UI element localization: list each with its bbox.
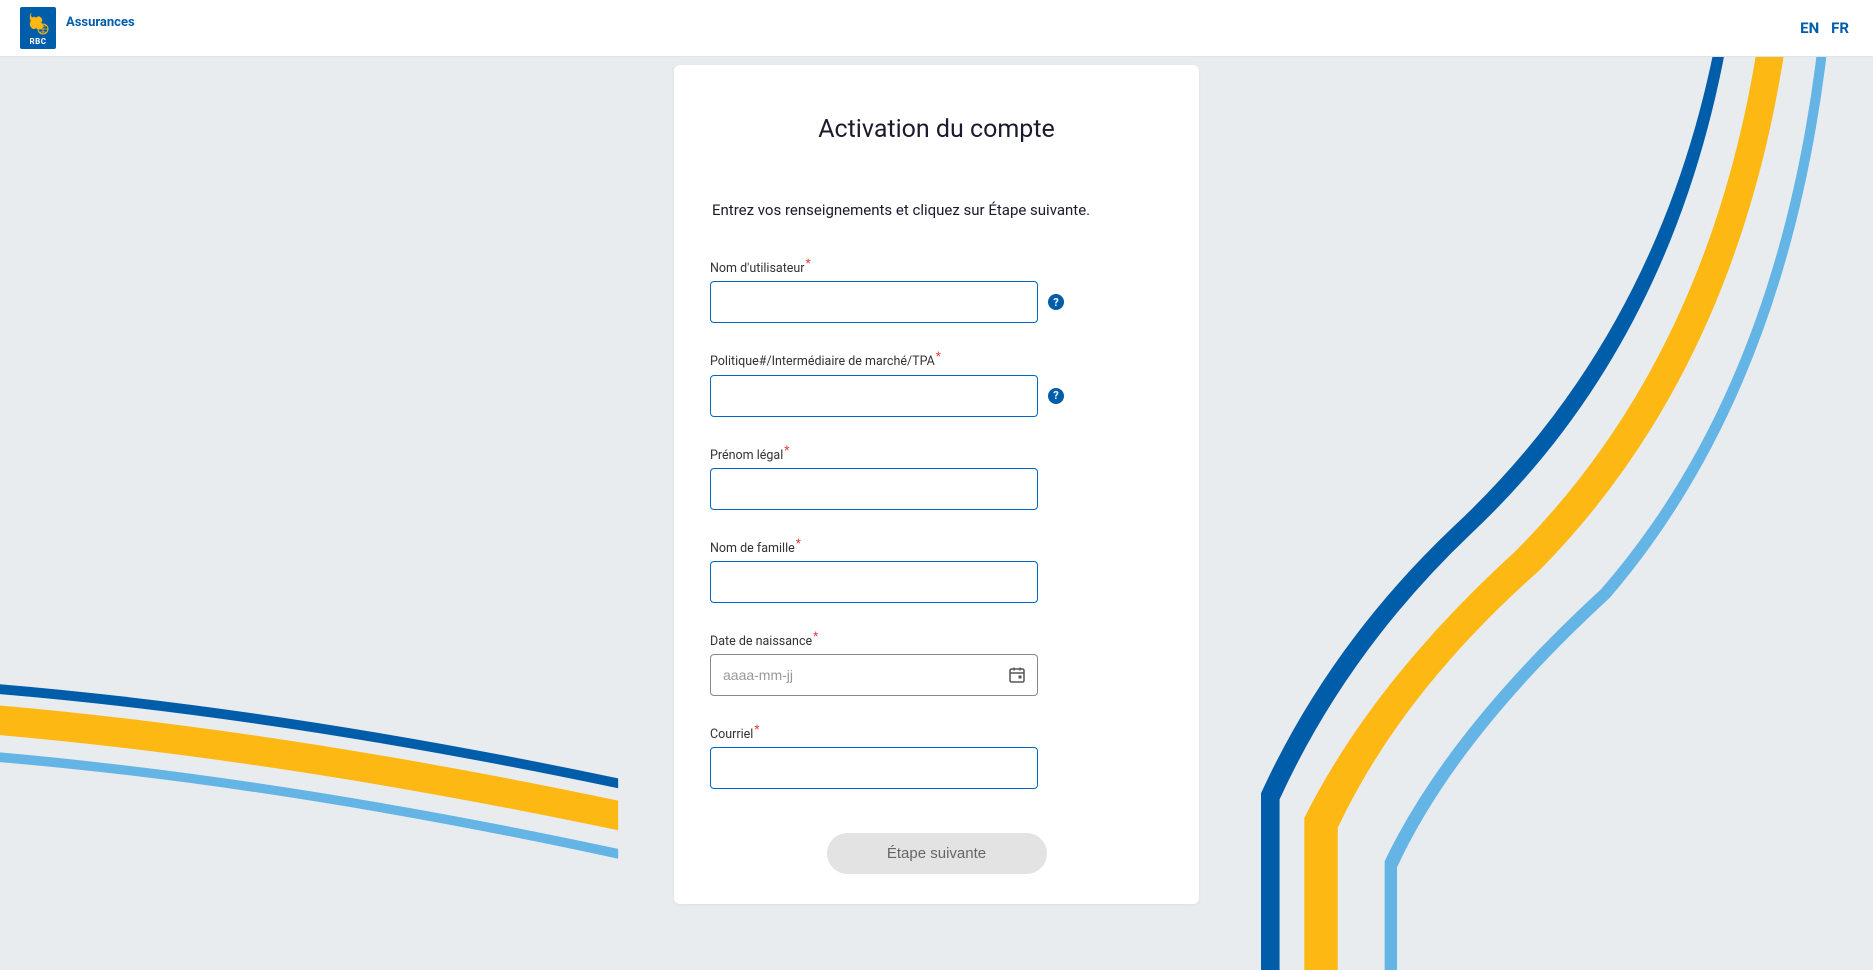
lastname-label: Nom de famille* — [710, 536, 801, 556]
policy-group: Politique#/Intermédiaire de marché/TPA* … — [710, 349, 1163, 416]
header: RBC Assurances EN FR — [0, 0, 1873, 57]
username-label-text: Nom d'utilisateur — [710, 261, 805, 276]
firstname-input[interactable] — [710, 468, 1038, 510]
page-subtitle: Entrez vos renseignements et cliquez sur… — [710, 200, 1163, 220]
page-title: Activation du compte — [710, 115, 1163, 144]
main-container: Activation du compte Entrez vos renseign… — [0, 57, 1873, 904]
email-label: Courriel* — [710, 722, 760, 742]
lastname-input[interactable] — [710, 561, 1038, 603]
required-indicator: * — [784, 443, 789, 457]
required-indicator: * — [813, 629, 818, 643]
help-icon[interactable]: ? — [1048, 294, 1064, 310]
policy-label: Politique#/Intermédiaire de marché/TPA* — [710, 349, 941, 369]
required-indicator: * — [796, 536, 801, 550]
dob-label-text: Date de naissance — [710, 634, 812, 649]
firstname-label-text: Prénom légal — [710, 448, 783, 463]
firstname-label: Prénom légal* — [710, 443, 789, 463]
lang-en-link[interactable]: EN — [1800, 19, 1819, 37]
lang-fr-link[interactable]: FR — [1831, 19, 1849, 37]
username-label: Nom d'utilisateur* — [710, 256, 811, 276]
required-indicator: * — [754, 722, 759, 736]
policy-input[interactable] — [710, 375, 1038, 417]
policy-label-text: Politique#/Intermédiaire de marché/TPA — [710, 355, 935, 370]
required-indicator: * — [936, 349, 941, 363]
logo-abbr: RBC — [30, 37, 47, 46]
lastname-group: Nom de famille* — [710, 536, 1163, 603]
dob-group: Date de naissance* — [710, 629, 1163, 696]
email-input[interactable] — [710, 747, 1038, 789]
help-icon[interactable]: ? — [1048, 388, 1064, 404]
required-indicator: * — [806, 256, 811, 270]
dob-label: Date de naissance* — [710, 629, 818, 649]
email-group: Courriel* — [710, 722, 1163, 789]
lion-globe-icon — [26, 10, 50, 36]
dob-input[interactable] — [710, 654, 1038, 696]
email-label-text: Courriel — [710, 727, 753, 742]
activation-card: Activation du compte Entrez vos renseign… — [674, 65, 1199, 904]
logo-container: RBC Assurances — [20, 7, 135, 49]
rbc-logo: RBC — [20, 7, 56, 49]
firstname-group: Prénom légal* — [710, 443, 1163, 510]
next-step-button[interactable]: Étape suivante — [827, 833, 1047, 874]
username-input[interactable] — [710, 281, 1038, 323]
language-switcher: EN FR — [1800, 19, 1849, 37]
brand-text: Assurances — [66, 15, 135, 30]
username-group: Nom d'utilisateur* ? — [710, 256, 1163, 323]
lastname-label-text: Nom de famille — [710, 541, 795, 556]
